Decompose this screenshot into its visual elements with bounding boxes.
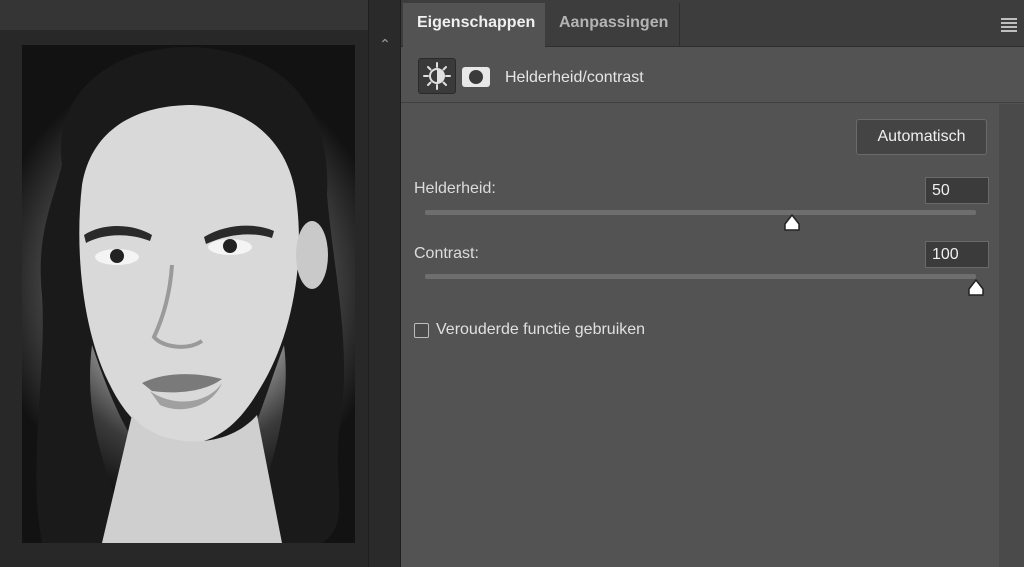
contrast-label: Contrast: <box>414 245 479 262</box>
hamburger-menu-icon[interactable] <box>1001 18 1017 32</box>
collapse-up-icon[interactable]: ⌃ <box>375 34 395 54</box>
adjustment-header: Helderheid/contrast <box>401 47 1024 103</box>
brightness-contrast-icon[interactable] <box>418 58 456 94</box>
document-canvas[interactable] <box>0 0 368 567</box>
portrait-photo <box>22 45 355 543</box>
adjustment-controls: Automatisch Helderheid: 50 Contrast: 100… <box>401 104 999 567</box>
brightness-slider-track[interactable] <box>425 210 976 215</box>
canvas-scroll-column: ⌃ <box>368 0 400 567</box>
canvas-top-bar <box>0 0 368 30</box>
tab-properties[interactable]: Eigenschappen <box>403 3 545 47</box>
contrast-slider-track[interactable] <box>425 274 976 279</box>
contrast-value-field[interactable]: 100 <box>925 241 989 268</box>
contrast-slider-thumb[interactable] <box>967 279 985 297</box>
legacy-label[interactable]: Verouderde functie gebruiken <box>436 321 645 339</box>
legacy-checkbox[interactable] <box>414 323 429 338</box>
properties-panel: Eigenschappen Aanpassingen Helderheid/co… <box>400 0 1024 567</box>
layer-mask-icon[interactable] <box>462 67 490 87</box>
brightness-label: Helderheid: <box>414 180 496 197</box>
adjustment-title: Helderheid/contrast <box>505 69 644 86</box>
panel-tab-bar: Eigenschappen Aanpassingen <box>401 0 1024 47</box>
panel-scrollbar[interactable] <box>999 104 1024 567</box>
brightness-value-field[interactable]: 50 <box>925 177 989 204</box>
tab-adjustments[interactable]: Aanpassingen <box>545 3 680 47</box>
brightness-slider-thumb[interactable] <box>783 214 801 232</box>
auto-button[interactable]: Automatisch <box>856 119 987 155</box>
